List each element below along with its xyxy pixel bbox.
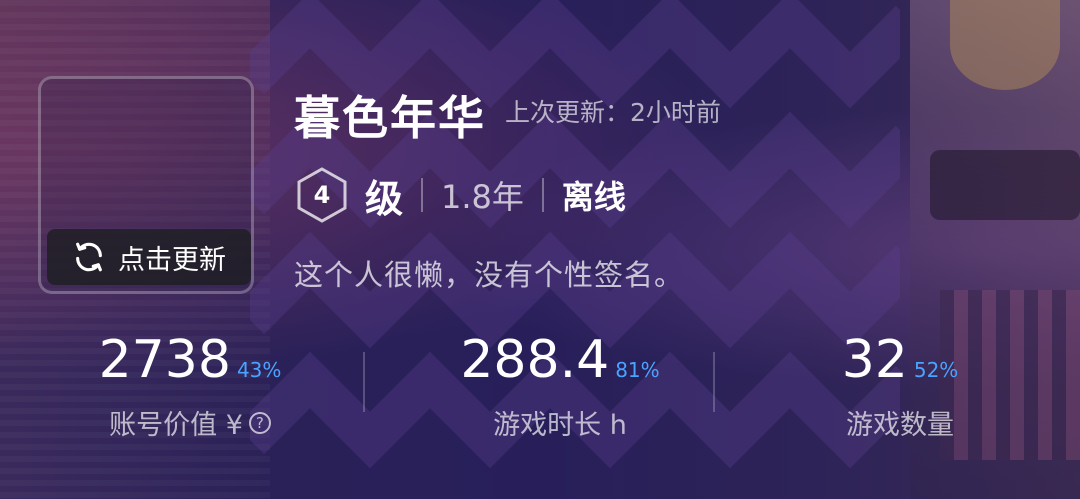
stat-percent: 81% [615,358,660,382]
stat-label: 游戏时长 h [493,410,627,442]
refresh-button[interactable]: 点击更新 [47,229,251,285]
divider [421,178,424,212]
stat-percent: 43% [236,358,282,382]
user-meta-row: 4 级 1.8年 离线 [293,166,626,224]
stat-play-time: 288.4 81% 游戏时长 h [440,330,680,442]
stat-divider [713,352,715,412]
online-status: 离线 [561,178,626,216]
level-label: 级 [365,176,404,221]
stat-account-value: 2738 43% 账号价值 ¥ ? [90,330,290,442]
artwork-hair [950,0,1060,90]
user-name: 暮色年华 [294,91,486,145]
stat-value: 2738 [98,330,231,390]
stat-label: 账号价值 ¥ [109,410,243,442]
stat-divider [363,352,365,412]
stat-label: 游戏数量 [846,410,954,442]
level-number: 4 [313,181,331,209]
refresh-button-label: 点击更新 [118,244,226,276]
artwork-clothing [930,150,1080,220]
refresh-icon [72,240,106,274]
help-icon[interactable]: ? [248,411,271,434]
level-badge: 4 [293,166,351,224]
stat-percent: 52% [913,358,959,382]
stat-game-count: 32 52% 游戏数量 [800,330,1000,442]
account-age: 1.8年 [441,178,524,216]
divider [541,178,544,212]
last-updated: 上次更新：2小时前 [505,98,721,127]
stat-value: 288.4 [460,330,610,390]
avatar[interactable]: 点击更新 [38,76,254,294]
stat-value: 32 [841,330,908,390]
user-signature: 这个人很懒，没有个性签名。 [294,258,685,292]
